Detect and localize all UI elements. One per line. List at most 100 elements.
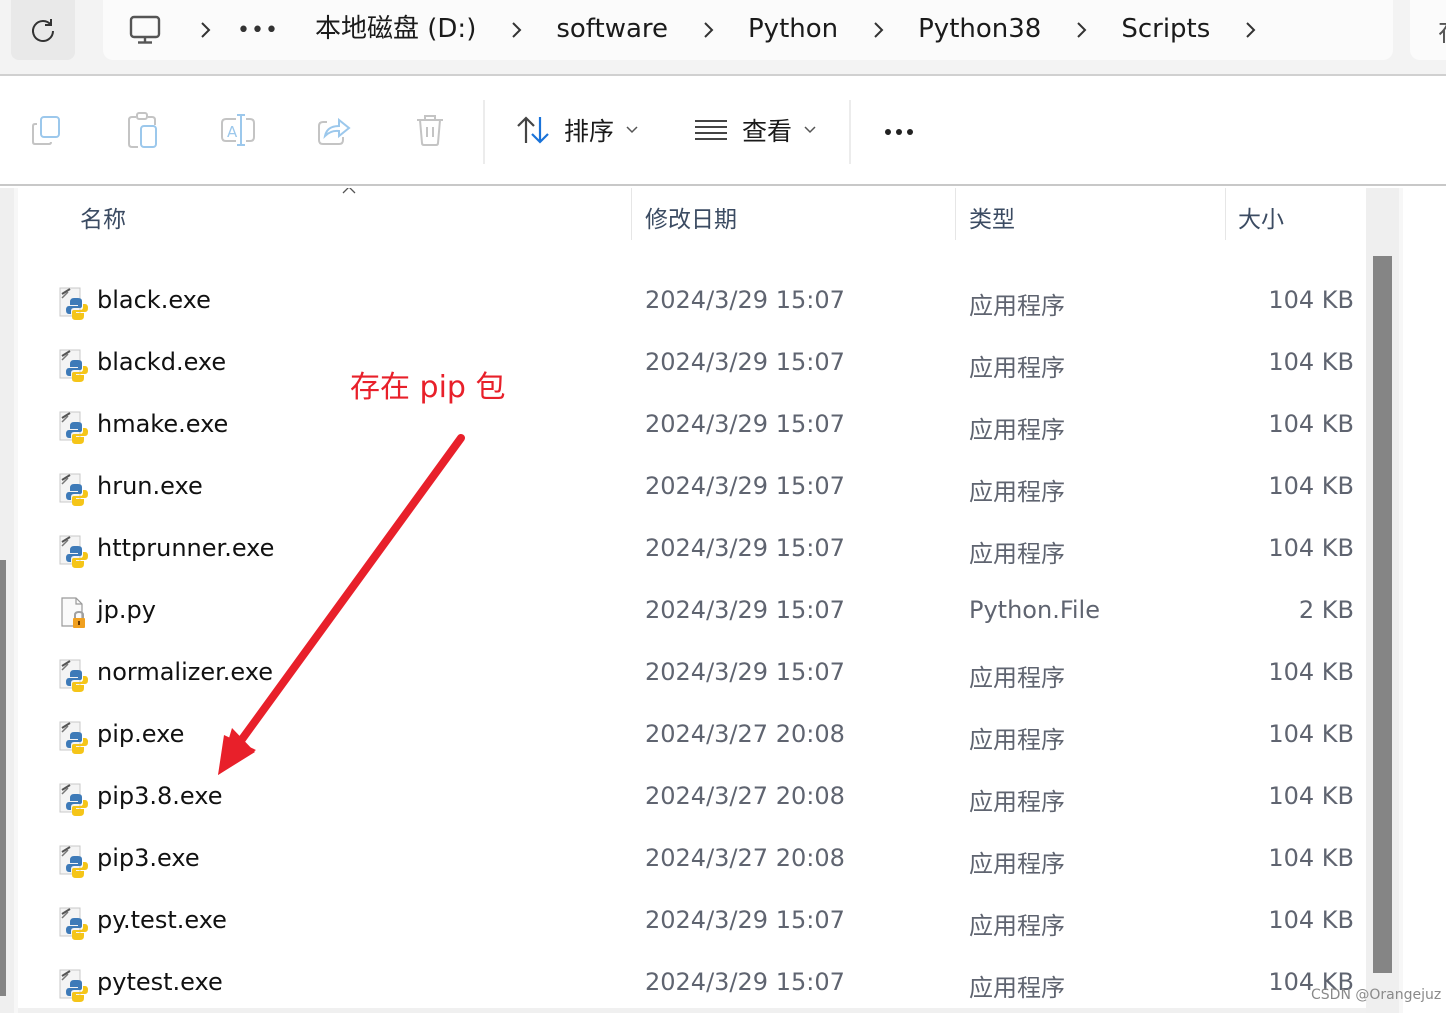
breadcrumb-overflow-button[interactable]: ••• bbox=[223, 0, 293, 60]
file-modified-date: 2024/3/27 20:08 bbox=[645, 720, 845, 748]
file-row[interactable]: pip.exe 2024/3/27 20:08 应用程序 104 KB bbox=[18, 706, 1366, 768]
file-modified-date: 2024/3/29 15:07 bbox=[645, 906, 845, 934]
file-size: 104 KB bbox=[1268, 658, 1354, 686]
file-row[interactable]: black.exe 2024/3/29 15:07 应用程序 104 KB bbox=[18, 272, 1366, 334]
column-divider[interactable] bbox=[1225, 188, 1226, 240]
file-name: pip3.exe bbox=[97, 844, 200, 872]
toolbar-divider bbox=[849, 100, 851, 164]
file-type: 应用程序 bbox=[969, 354, 1065, 382]
paste-button[interactable] bbox=[123, 110, 163, 150]
file-size: 104 KB bbox=[1268, 534, 1354, 562]
sort-label: 排序 bbox=[564, 117, 615, 146]
watermark: CSDN @Orangejuz bbox=[1311, 987, 1442, 1003]
file-name: pip3.8.exe bbox=[97, 782, 223, 810]
file-row[interactable]: pip3.exe 2024/3/27 20:08 应用程序 104 KB bbox=[18, 830, 1366, 892]
copy-button[interactable] bbox=[27, 110, 67, 150]
chevron-right-icon[interactable] bbox=[1063, 0, 1099, 60]
share-icon bbox=[318, 117, 351, 145]
chevron-down-icon bbox=[626, 126, 638, 134]
file-name: jp.py bbox=[97, 596, 156, 624]
column-header-size[interactable]: 大小 bbox=[1238, 200, 1284, 234]
chevron-right-icon[interactable] bbox=[187, 0, 223, 60]
file-row[interactable]: jp.py 2024/3/29 15:07 Python.File 2 KB bbox=[18, 582, 1366, 644]
file-size: 104 KB bbox=[1268, 844, 1354, 872]
more-icon bbox=[885, 129, 891, 135]
python-executable-icon bbox=[56, 658, 90, 692]
list-view-icon bbox=[695, 120, 727, 140]
file-modified-date: 2024/3/29 15:07 bbox=[645, 286, 845, 314]
refresh-button[interactable] bbox=[11, 0, 75, 60]
file-row[interactable]: hrun.exe 2024/3/29 15:07 应用程序 104 KB bbox=[18, 458, 1366, 520]
svg-text:A: A bbox=[227, 123, 238, 141]
file-type: 应用程序 bbox=[969, 912, 1065, 940]
chevron-right-icon[interactable] bbox=[498, 0, 534, 60]
file-type: 应用程序 bbox=[969, 974, 1065, 1002]
file-size: 104 KB bbox=[1268, 782, 1354, 810]
file-row[interactable]: py.test.exe 2024/3/29 15:07 应用程序 104 KB bbox=[18, 892, 1366, 954]
file-row[interactable]: normalizer.exe 2024/3/29 15:07 应用程序 104 KB bbox=[18, 644, 1366, 706]
file-name: pytest.exe bbox=[97, 968, 223, 996]
copy-icon bbox=[32, 116, 60, 145]
column-header-type[interactable]: 类型 bbox=[969, 200, 1015, 234]
file-modified-date: 2024/3/29 15:07 bbox=[645, 348, 845, 376]
breadcrumb-item-python38[interactable]: Python38 bbox=[896, 0, 1063, 60]
file-modified-date: 2024/3/29 15:07 bbox=[645, 596, 845, 624]
file-size: 104 KB bbox=[1268, 906, 1354, 934]
breadcrumb-item-scripts[interactable]: Scripts bbox=[1099, 0, 1232, 60]
file-name: py.test.exe bbox=[97, 906, 227, 934]
file-name: hmake.exe bbox=[97, 410, 229, 438]
file-modified-date: 2024/3/29 15:07 bbox=[645, 410, 845, 438]
this-pc-button[interactable] bbox=[103, 0, 187, 60]
file-size: 104 KB bbox=[1268, 286, 1354, 314]
toolbar-divider bbox=[483, 100, 485, 164]
file-row[interactable]: pip3.8.exe 2024/3/27 20:08 应用程序 104 KB bbox=[18, 768, 1366, 830]
chevron-right-icon[interactable] bbox=[1232, 0, 1268, 60]
python-executable-icon bbox=[56, 906, 90, 940]
breadcrumb-item-python[interactable]: Python bbox=[726, 0, 860, 60]
breadcrumb-item-software[interactable]: software bbox=[534, 0, 690, 60]
file-row[interactable]: pytest.exe 2024/3/29 15:07 应用程序 104 KB bbox=[18, 954, 1366, 1013]
file-row[interactable]: httprunner.exe 2024/3/29 15:07 应用程序 104 KB bbox=[18, 520, 1366, 582]
chevron-right-icon[interactable] bbox=[860, 0, 896, 60]
monitor-icon bbox=[129, 15, 161, 44]
python-executable-icon bbox=[56, 844, 90, 878]
column-header-name[interactable]: 名称 bbox=[80, 200, 126, 234]
rename-button[interactable]: A bbox=[218, 110, 258, 150]
file-name: blackd.exe bbox=[97, 348, 227, 376]
more-options-button[interactable] bbox=[876, 114, 922, 150]
navigation-pane-scroll-thumb[interactable] bbox=[0, 560, 6, 996]
file-type: 应用程序 bbox=[969, 664, 1065, 692]
file-row[interactable]: hmake.exe 2024/3/29 15:07 应用程序 104 KB bbox=[18, 396, 1366, 458]
column-divider[interactable] bbox=[631, 188, 632, 240]
view-label: 查看 bbox=[742, 117, 793, 146]
horizontal-scrollbar[interactable] bbox=[18, 1008, 1366, 1013]
delete-icon bbox=[417, 115, 443, 146]
search-input[interactable]: 在 bbox=[1410, 0, 1446, 60]
file-modified-date: 2024/3/27 20:08 bbox=[645, 782, 845, 810]
pane-edge bbox=[1399, 188, 1403, 1013]
sort-ascending-icon bbox=[342, 188, 356, 198]
sort-button[interactable]: 排序 bbox=[516, 104, 638, 156]
column-divider[interactable] bbox=[955, 188, 956, 240]
file-name: normalizer.exe bbox=[97, 658, 273, 686]
file-modified-date: 2024/3/27 20:08 bbox=[645, 844, 845, 872]
breadcrumb-item-drive[interactable]: 本地磁盘 (D:) bbox=[293, 0, 498, 60]
share-button[interactable] bbox=[314, 110, 354, 150]
rename-icon: A bbox=[221, 114, 255, 146]
search-placeholder: 在 bbox=[1438, 12, 1446, 49]
file-list-pane: __pycache__2024/3/29 15:07文件夹black.exe20… bbox=[0, 188, 1446, 1013]
address-bar: ••• 本地磁盘 (D:) software Python Python38 S… bbox=[0, 0, 1446, 76]
file-type: 应用程序 bbox=[969, 292, 1065, 320]
file-row[interactable]: blackd.exe 2024/3/29 15:07 应用程序 104 KB bbox=[18, 334, 1366, 396]
chevron-right-icon[interactable] bbox=[690, 0, 726, 60]
python-executable-icon bbox=[56, 968, 90, 1002]
file-name: httprunner.exe bbox=[97, 534, 275, 562]
file-size: 104 KB bbox=[1268, 720, 1354, 748]
file-size: 104 KB bbox=[1268, 410, 1354, 438]
delete-button[interactable] bbox=[410, 110, 450, 150]
breadcrumb[interactable]: ••• 本地磁盘 (D:) software Python Python38 S… bbox=[103, 0, 1393, 60]
view-button[interactable]: 查看 bbox=[694, 104, 816, 156]
column-header-modified[interactable]: 修改日期 bbox=[645, 200, 737, 234]
file-name: black.exe bbox=[97, 286, 211, 314]
vertical-scroll-thumb[interactable] bbox=[1373, 256, 1392, 973]
